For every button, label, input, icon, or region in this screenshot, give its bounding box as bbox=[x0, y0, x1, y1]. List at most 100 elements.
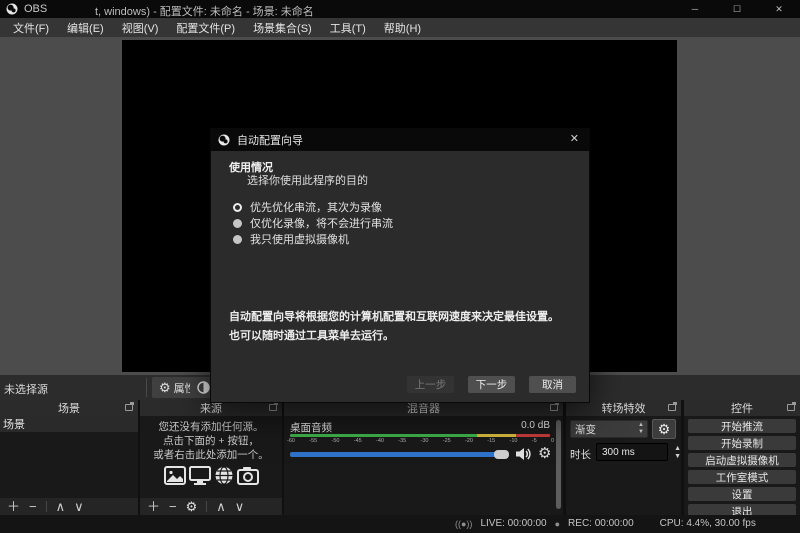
audio-level-db: 0.0 dB bbox=[521, 420, 550, 431]
transitions-title: 转场特效 bbox=[602, 400, 646, 416]
menu-tools[interactable]: 工具(T) bbox=[321, 18, 375, 37]
chevron-up-down-icon: ▲▼ bbox=[638, 422, 644, 436]
toolbar-divider bbox=[146, 378, 147, 397]
next-button[interactable]: 下一步 bbox=[468, 376, 515, 393]
source-up-button[interactable]: ∧ bbox=[216, 500, 226, 513]
source-down-button[interactable]: ∨ bbox=[235, 500, 245, 513]
controls-title: 控件 bbox=[731, 400, 753, 416]
tick: -60 bbox=[287, 438, 295, 444]
display-icon bbox=[189, 466, 211, 485]
radio-optimize-recording[interactable]: 仅优化录像，将不会进行串流 bbox=[233, 215, 393, 231]
radio-virtual-camera-only[interactable]: 我只使用虚拟摄像机 bbox=[233, 231, 349, 247]
menu-file[interactable]: 文件(F) bbox=[4, 18, 58, 37]
tick: -5 bbox=[532, 438, 537, 444]
back-button[interactable]: 上一步 bbox=[407, 376, 454, 393]
menu-scene-collection[interactable]: 场景集合(S) bbox=[244, 18, 321, 37]
radio-unselected-icon[interactable] bbox=[233, 219, 242, 228]
start-virtual-camera-button[interactable]: 启动虚拟摄像机 bbox=[688, 453, 796, 467]
menu-view[interactable]: 视图(V) bbox=[113, 18, 168, 37]
window-title: t, windows) - 配置文件: 未命名 - 场景: 未命名 bbox=[95, 3, 314, 19]
scene-up-button[interactable]: ∧ bbox=[56, 500, 66, 513]
meter-tick-labels: -60 -55 -50 -45 -40 -35 -30 -25 -20 -15 … bbox=[287, 438, 554, 444]
studio-mode-button[interactable]: 工作室模式 bbox=[688, 470, 796, 484]
scene-list-item[interactable]: 场景 bbox=[0, 416, 138, 432]
broadcast-icon: ((●)) bbox=[455, 519, 472, 529]
mixer-scrollbar[interactable] bbox=[556, 420, 561, 509]
add-source-button[interactable]: ＋ bbox=[147, 500, 160, 513]
record-dot-icon: ● bbox=[555, 519, 560, 529]
cpu-fps-stats: CPU: 4.4%, 30.00 fps bbox=[660, 518, 756, 529]
mixer-gear-icon[interactable]: ⚙ bbox=[538, 446, 551, 461]
live-time: LIVE: 00:00:00 bbox=[480, 518, 546, 529]
radio-unselected-icon[interactable] bbox=[233, 235, 242, 244]
tick: -30 bbox=[421, 438, 429, 444]
cancel-button[interactable]: 取消 bbox=[529, 376, 576, 393]
controls-header[interactable]: 控件 bbox=[684, 400, 800, 416]
tick: -25 bbox=[443, 438, 451, 444]
source-properties-icon[interactable]: ⚙ bbox=[186, 500, 198, 513]
start-streaming-button[interactable]: 开始推流 bbox=[688, 419, 796, 433]
add-scene-button[interactable]: ＋ bbox=[7, 500, 20, 513]
obs-window: OBS t, windows) - 配置文件: 未命名 - 场景: 未命名 ─ … bbox=[0, 0, 800, 533]
scenes-header[interactable]: 场景 bbox=[0, 400, 138, 416]
wizard-info-line2: 也可以随时通过工具菜单去运行。 bbox=[229, 327, 394, 343]
spinner-arrows-icon[interactable]: ▲▼ bbox=[674, 444, 681, 462]
sources-panel: 来源 您还没有添加任何源。 点击下面的 + 按钮， 或者右击此处添加一个。 ＋ … bbox=[140, 400, 282, 515]
menu-edit[interactable]: 编辑(E) bbox=[58, 18, 113, 37]
dock-row: 场景 场景 ＋ − ∧ ∨ 来源 您还没有添加任何源。 点击下面的 + 按 bbox=[0, 400, 800, 515]
duration-value: 300 ms bbox=[602, 447, 635, 458]
menu-bar: 文件(F) 编辑(E) 视图(V) 配置文件(P) 场景集合(S) 工具(T) … bbox=[0, 18, 800, 37]
speaker-icon[interactable] bbox=[515, 447, 532, 461]
filter-icon bbox=[197, 381, 210, 394]
scenes-panel: 场景 场景 ＋ − ∧ ∨ bbox=[0, 400, 138, 515]
dialog-close-icon[interactable]: ✕ bbox=[570, 132, 579, 145]
sources-empty-hint: 您还没有添加任何源。 点击下面的 + 按钮， 或者右击此处添加一个。 bbox=[140, 420, 282, 462]
tick: -10 bbox=[510, 438, 518, 444]
tick: -50 bbox=[332, 438, 340, 444]
scenes-title: 场景 bbox=[58, 400, 80, 416]
popout-icon[interactable] bbox=[787, 404, 795, 411]
minimize-button[interactable]: ─ bbox=[674, 0, 716, 18]
gear-icon: ⚙ bbox=[159, 381, 171, 394]
title-bar: OBS t, windows) - 配置文件: 未命名 - 场景: 未命名 ─ … bbox=[0, 0, 800, 18]
volume-slider-handle[interactable] bbox=[494, 450, 509, 459]
maximize-button[interactable]: ☐ bbox=[716, 0, 758, 18]
dialog-title-bar[interactable]: 自动配置向导 ✕ bbox=[211, 129, 589, 151]
radio-selected-icon[interactable] bbox=[233, 203, 242, 212]
tick: -45 bbox=[354, 438, 362, 444]
status-bar: ((●)) LIVE: 00:00:00 ● REC: 00:00:00 CPU… bbox=[0, 515, 800, 533]
scenes-toolbar: ＋ − ∧ ∨ bbox=[0, 498, 138, 515]
window-title-app: OBS bbox=[24, 3, 47, 15]
duration-spinbox[interactable]: 300 ms ▲▼ bbox=[596, 443, 668, 461]
settings-button[interactable]: 设置 bbox=[688, 487, 796, 501]
popout-icon[interactable] bbox=[668, 404, 676, 411]
controls-panel: 控件 开始推流 开始录制 启动虚拟摄像机 工作室模式 设置 退出 bbox=[684, 400, 800, 515]
radio-label: 优先优化串流，其次为录像 bbox=[250, 199, 382, 215]
remove-scene-button[interactable]: − bbox=[29, 500, 37, 513]
transition-select[interactable]: 渐变 ▲▼ bbox=[570, 420, 648, 438]
menu-profile[interactable]: 配置文件(P) bbox=[167, 18, 244, 37]
auto-config-wizard-dialog: 自动配置向导 ✕ 使用情况 选择你使用此程序的目的 优先优化串流，其次为录像 仅… bbox=[210, 128, 590, 403]
radio-optimize-streaming[interactable]: 优先优化串流，其次为录像 bbox=[233, 199, 382, 215]
sources-empty-line2: 点击下面的 + 按钮， bbox=[140, 434, 282, 448]
remove-source-button[interactable]: − bbox=[169, 500, 177, 513]
usage-section-subtitle: 选择你使用此程序的目的 bbox=[247, 172, 368, 188]
mixer-panel: 混音器 桌面音频 0.0 dB -60 -55 -50 -45 -40 -35 … bbox=[284, 400, 563, 515]
close-button[interactable]: ✕ bbox=[758, 0, 800, 18]
popout-icon[interactable] bbox=[550, 404, 558, 411]
popout-icon[interactable] bbox=[269, 404, 277, 411]
scene-down-button[interactable]: ∨ bbox=[74, 500, 84, 513]
volume-meter bbox=[290, 434, 550, 437]
start-recording-button[interactable]: 开始录制 bbox=[688, 436, 796, 450]
volume-slider-track[interactable] bbox=[290, 452, 496, 457]
transition-settings-button[interactable]: ⚙ bbox=[652, 419, 676, 439]
toolbar-separator bbox=[46, 501, 47, 512]
image-icon bbox=[164, 466, 186, 485]
sources-toolbar: ＋ − ⚙ ∧ ∨ bbox=[140, 498, 282, 515]
radio-label: 我只使用虚拟摄像机 bbox=[250, 231, 349, 247]
tick: -20 bbox=[465, 438, 473, 444]
dialog-title: 自动配置向导 bbox=[237, 132, 303, 148]
menu-help[interactable]: 帮助(H) bbox=[375, 18, 430, 37]
popout-icon[interactable] bbox=[125, 404, 133, 411]
wizard-info-line1: 自动配置向导将根据您的计算机配置和互联网速度来决定最佳设置。 bbox=[229, 308, 559, 324]
